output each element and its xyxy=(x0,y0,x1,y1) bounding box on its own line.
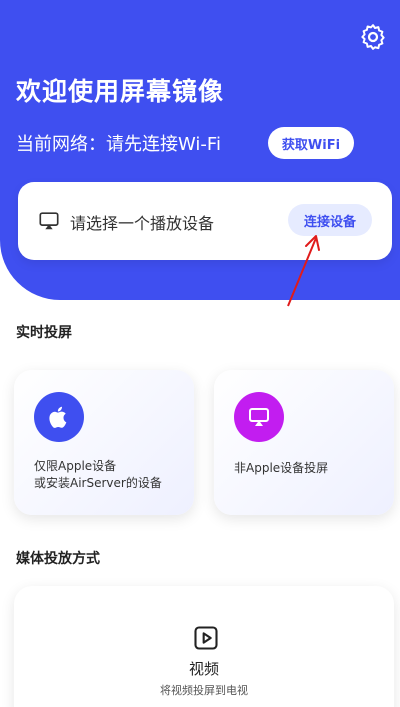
apple-cast-card[interactable]: 仅限Apple设备 或安装AirServer的设备 xyxy=(14,370,194,515)
apple-card-line1: 仅限Apple设备 xyxy=(34,459,117,473)
airplay-icon xyxy=(234,392,284,442)
video-card-label: 视频 xyxy=(188,660,219,678)
apple-card-line2: 或安装AirServer的设备 xyxy=(34,476,162,490)
realtime-section-title: 实时投屏 xyxy=(16,325,72,341)
device-select-card[interactable]: 请选择一个播放设备 连接设备 xyxy=(18,182,392,260)
video-cast-card[interactable]: 视频 将视频投屏到电视 xyxy=(14,586,394,707)
video-play-icon xyxy=(194,626,218,650)
airplay-icon xyxy=(39,212,59,230)
apple-icon xyxy=(34,392,84,442)
page-title: 欢迎使用屏幕镜像 xyxy=(16,77,225,106)
device-select-text: 请选择一个播放设备 xyxy=(70,214,215,233)
get-wifi-button[interactable]: 获取WiFi xyxy=(268,127,354,159)
non-apple-cast-card[interactable]: 非Apple设备投屏 xyxy=(214,370,394,515)
media-section-title: 媒体投放方式 xyxy=(16,551,100,567)
video-card-subtitle: 将视频投屏到电视 xyxy=(160,684,248,697)
gear-icon[interactable] xyxy=(358,22,388,52)
annotation-arrow xyxy=(287,235,320,307)
non-apple-card-label: 非Apple设备投屏 xyxy=(234,461,329,475)
network-status: 当前网络：请先连接Wi-Fi xyxy=(16,134,221,155)
